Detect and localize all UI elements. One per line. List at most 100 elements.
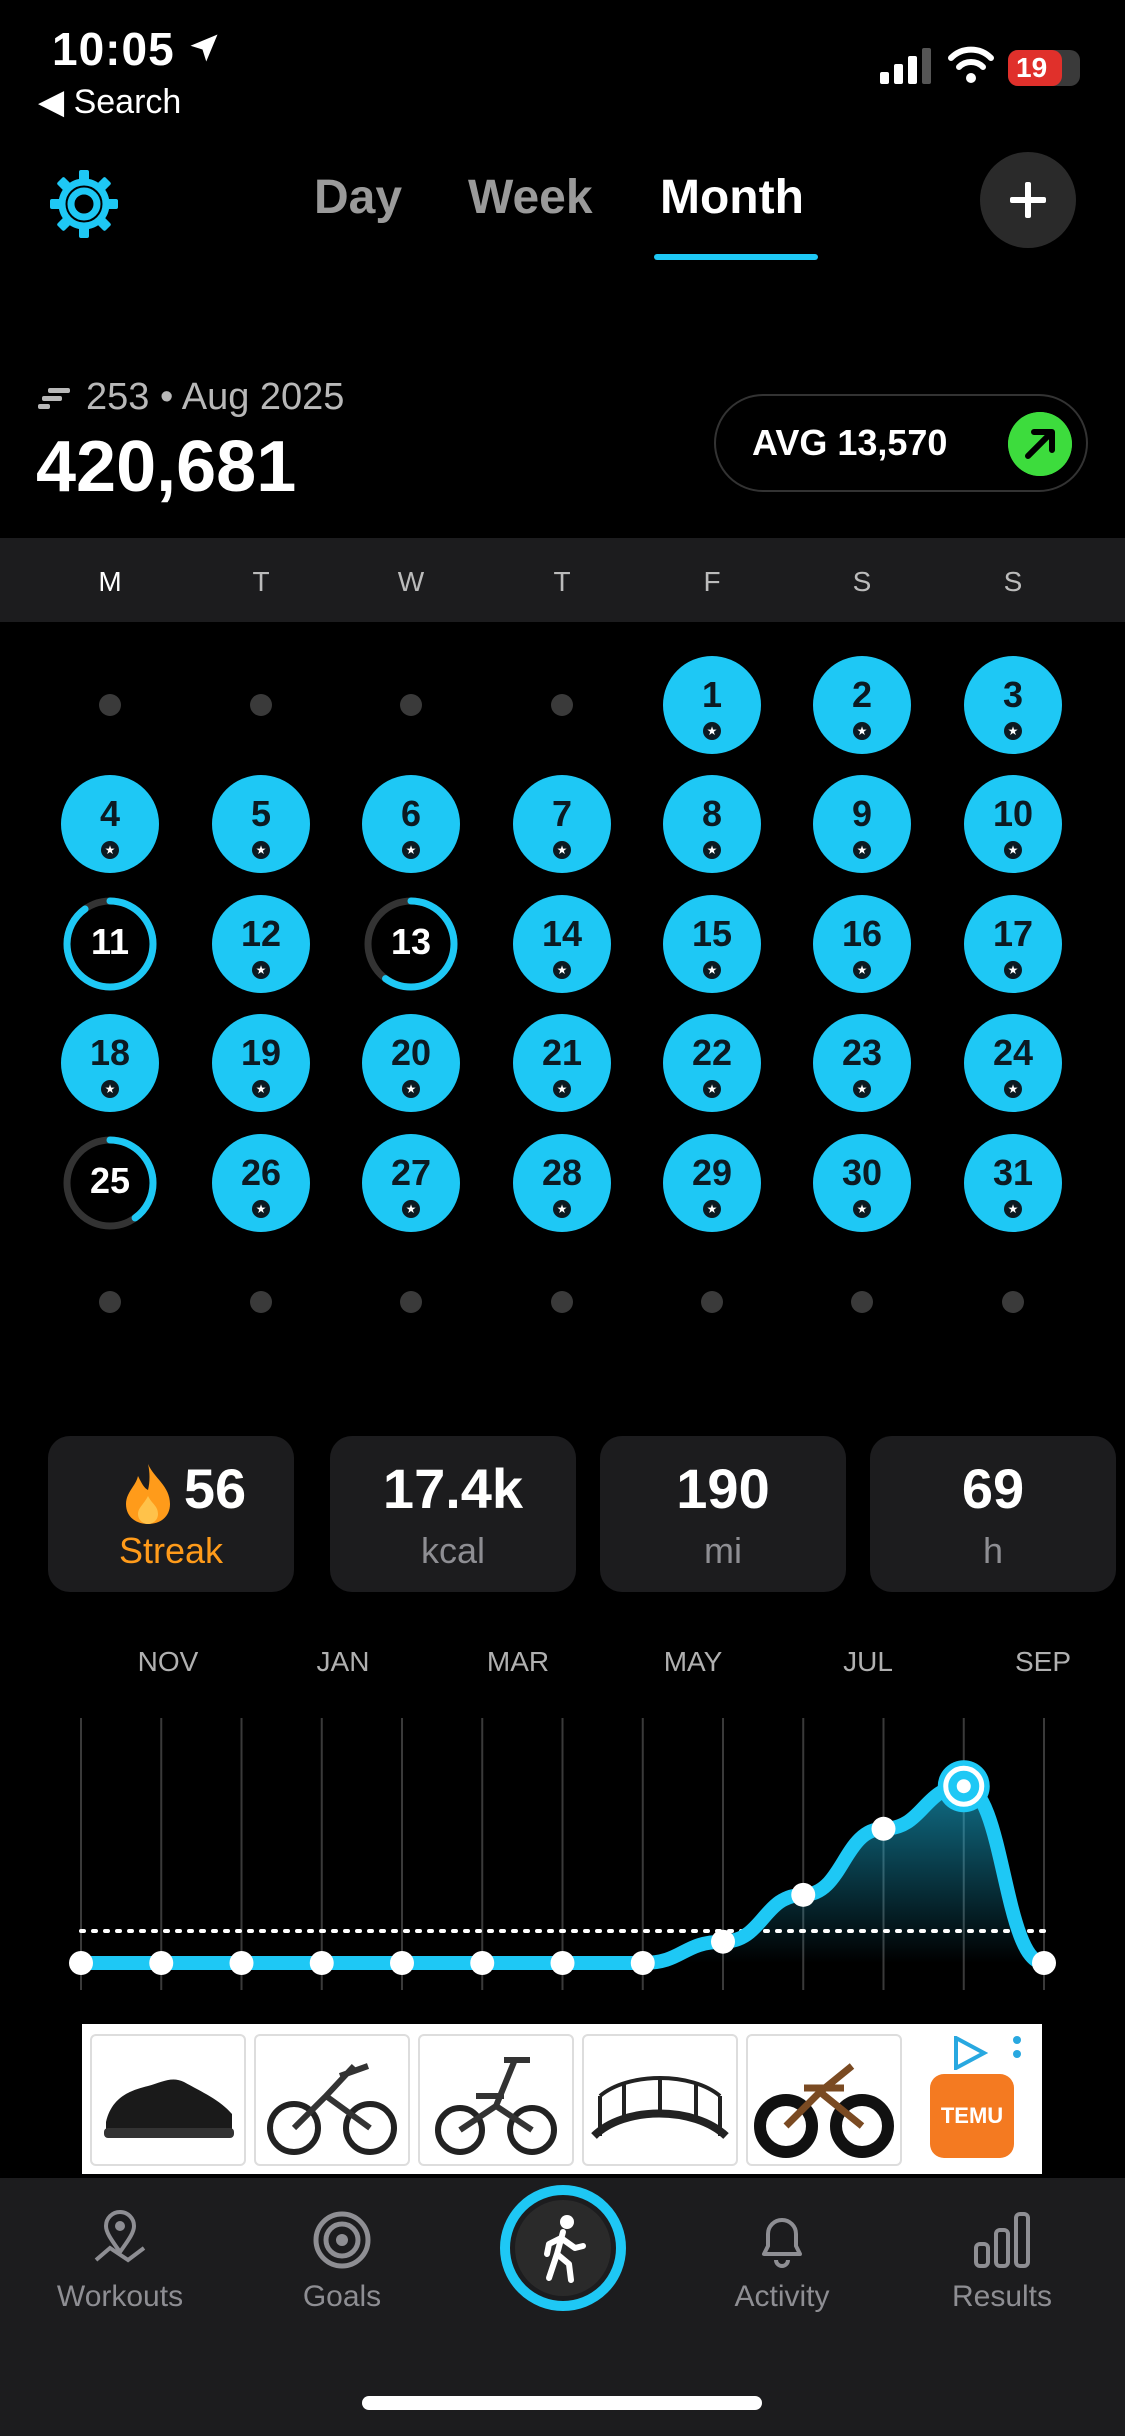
calendar-day-number: 13 xyxy=(390,921,432,962)
calendar-day[interactable]: 31 ★ xyxy=(964,1134,1062,1232)
ad-product-fat-bike[interactable] xyxy=(746,2034,902,2166)
calendar-day-number: 26 xyxy=(240,1152,282,1193)
tab-workouts[interactable]: Workouts xyxy=(30,2178,210,2338)
calendar-day[interactable]: 1 ★ xyxy=(663,656,761,754)
empty-day-dot xyxy=(1002,1291,1024,1313)
tab-activity-label: Activity xyxy=(734,2280,830,2313)
kcal-card[interactable]: 17.4k kcal xyxy=(330,1436,576,1592)
calendar-day[interactable]: 9 ★ xyxy=(813,775,911,873)
calendar-day[interactable]: 16 ★ xyxy=(813,895,911,993)
calendar-day[interactable]: 2 ★ xyxy=(813,656,911,754)
calendar-day[interactable]: 18 ★ xyxy=(61,1014,159,1112)
data-point xyxy=(630,1951,655,1975)
calendar-day[interactable]: 27 ★ xyxy=(362,1134,460,1232)
calendar-day[interactable]: 30 ★ xyxy=(813,1134,911,1232)
yearly-trend-chart[interactable] xyxy=(0,1700,1125,2000)
empty-day-dot xyxy=(99,694,121,716)
calendar-day[interactable]: 14 ★ xyxy=(513,895,611,993)
data-point xyxy=(149,1951,174,1975)
calendar-day[interactable]: 11 xyxy=(61,895,159,993)
hours-card[interactable]: 69 h xyxy=(870,1436,1116,1592)
tab-activity[interactable]: Activity xyxy=(692,2178,872,2338)
weekday-label: T xyxy=(252,566,270,597)
calendar-day[interactable]: 29 ★ xyxy=(663,1134,761,1232)
ad-product-shoe[interactable] xyxy=(90,2034,246,2166)
walker-icon xyxy=(500,2185,626,2311)
bar-chart-icon xyxy=(974,2212,1030,2268)
data-point xyxy=(229,1951,254,1975)
tab-goals[interactable]: Goals xyxy=(252,2178,432,2338)
calendar-day-number: 16 xyxy=(841,913,883,954)
calendar-day[interactable]: 5 ★ xyxy=(212,775,310,873)
goal-star-icon: ★ xyxy=(853,722,871,740)
add-button[interactable] xyxy=(980,152,1076,248)
goal-star-icon: ★ xyxy=(252,961,270,979)
calendar-day[interactable]: 26 ★ xyxy=(212,1134,310,1232)
distance-value: 190 xyxy=(676,1457,770,1520)
calendar-day[interactable]: 6 ★ xyxy=(362,775,460,873)
calendar-day[interactable]: 13 xyxy=(362,895,460,993)
month-tick-label: JAN xyxy=(316,1646,370,1677)
tab-results[interactable]: Results xyxy=(912,2178,1092,2338)
tab-day[interactable]: Day xyxy=(314,170,402,225)
weekday-label: W xyxy=(397,566,425,597)
gear-icon[interactable] xyxy=(48,168,120,240)
calendar-day[interactable]: 17 ★ xyxy=(964,895,1062,993)
bridge-image xyxy=(591,2076,729,2140)
calendar-day[interactable]: 23 ★ xyxy=(813,1014,911,1112)
tab-month[interactable]: Month xyxy=(660,170,804,225)
ad-banner[interactable]: TEMU xyxy=(82,2024,1042,2174)
ad-more-icon[interactable] xyxy=(1012,2034,1022,2074)
home-indicator[interactable] xyxy=(362,2396,762,2410)
distance-card[interactable]: 190 mi xyxy=(600,1436,846,1592)
ad-product-ebike[interactable] xyxy=(418,2034,574,2166)
battery-icon: 19 xyxy=(1008,50,1080,86)
ad-product-bridge[interactable] xyxy=(582,2034,738,2166)
calendar-day[interactable]: 24 ★ xyxy=(964,1014,1062,1112)
calendar-day[interactable]: 20 ★ xyxy=(362,1014,460,1112)
calendar-day[interactable]: 15 ★ xyxy=(663,895,761,993)
calendar-day[interactable]: 19 ★ xyxy=(212,1014,310,1112)
calendar-day[interactable]: 22 ★ xyxy=(663,1014,761,1112)
calendar-day-number: 28 xyxy=(541,1152,583,1193)
calendar-day-number: 24 xyxy=(992,1032,1034,1073)
summary-subtitle: 253 • Aug 2025 xyxy=(86,376,345,418)
ad-product-ebike[interactable] xyxy=(254,2034,410,2166)
data-point xyxy=(791,1882,816,1907)
empty-day-dot xyxy=(99,1291,121,1313)
calendar-day[interactable]: 3 ★ xyxy=(964,656,1062,754)
tab-week[interactable]: Week xyxy=(468,170,593,225)
average-pill[interactable]: AVG 13,570 xyxy=(714,394,1088,492)
calendar-day-number: 18 xyxy=(89,1032,131,1073)
goal-star-icon: ★ xyxy=(553,841,571,859)
data-point xyxy=(390,1951,414,1975)
calendar-day[interactable]: 28 ★ xyxy=(513,1134,611,1232)
ad-choices-icon[interactable] xyxy=(952,2036,988,2070)
calendar-day[interactable]: 8 ★ xyxy=(663,775,761,873)
calendar-day[interactable]: 25 xyxy=(61,1134,159,1232)
calendar-day[interactable]: 12 ★ xyxy=(212,895,310,993)
goal-star-icon: ★ xyxy=(703,722,721,740)
weekday-label: M xyxy=(98,566,122,597)
goal-star-icon: ★ xyxy=(553,1200,571,1218)
goal-star-icon: ★ xyxy=(703,961,721,979)
active-tab-indicator xyxy=(654,254,818,260)
calendar-day-number: 15 xyxy=(691,913,733,954)
calendar-day-number: 30 xyxy=(841,1152,883,1193)
calendar-day[interactable]: 21 ★ xyxy=(513,1014,611,1112)
month-tick-label: NOV xyxy=(137,1646,199,1677)
weekday-label: F xyxy=(703,566,721,597)
calendar-day-number: 27 xyxy=(390,1152,432,1193)
calendar-day[interactable]: 7 ★ xyxy=(513,775,611,873)
weekday-label: T xyxy=(553,566,571,597)
calendar-day[interactable]: 10 ★ xyxy=(964,775,1062,873)
start-walk-button[interactable] xyxy=(497,2182,629,2314)
empty-day-dot xyxy=(701,1291,723,1313)
empty-day-dot xyxy=(851,1291,873,1313)
calendar-day[interactable]: 4 ★ xyxy=(61,775,159,873)
streak-card[interactable]: 56 Streak xyxy=(48,1436,294,1592)
temu-logo[interactable]: TEMU xyxy=(930,2074,1014,2158)
calendar-day-number: 21 xyxy=(541,1032,583,1073)
back-to-search-link[interactable]: ◀ Search xyxy=(38,82,181,122)
goal-star-icon: ★ xyxy=(402,1200,420,1218)
